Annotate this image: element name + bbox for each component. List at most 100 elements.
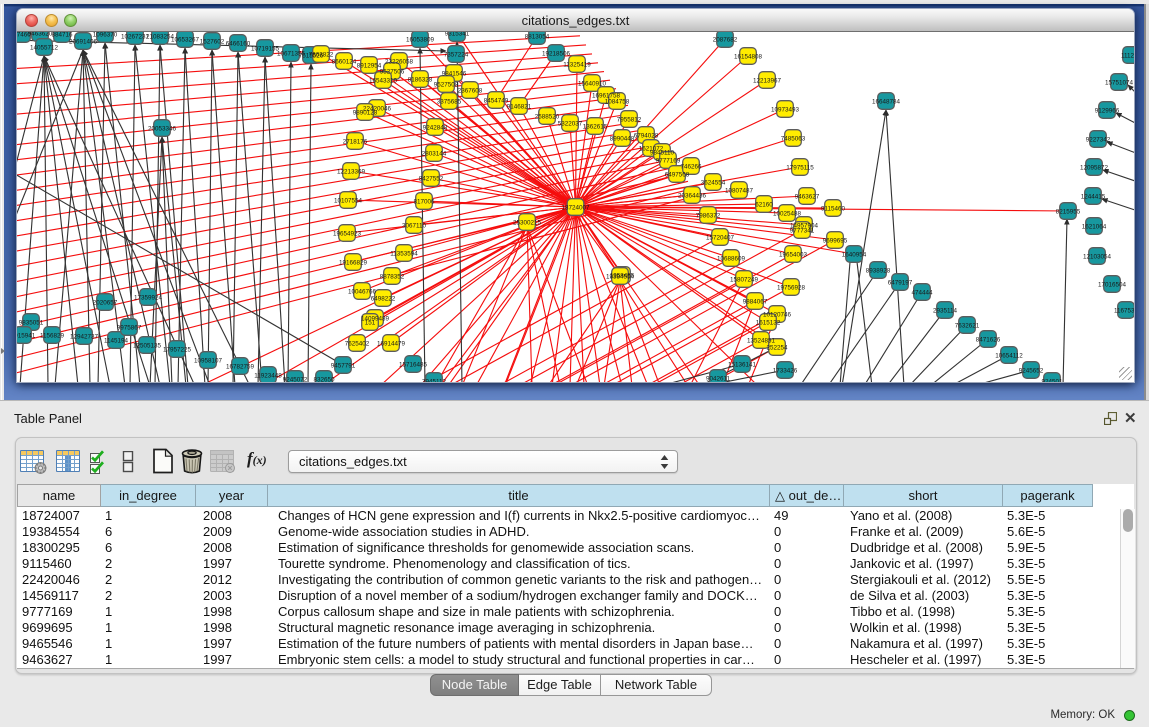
svg-text:1084758: 1084758 bbox=[605, 98, 630, 105]
svg-text:10719155: 10719155 bbox=[251, 45, 280, 52]
svg-text:2020657: 2020657 bbox=[93, 299, 118, 306]
svg-text:9245652: 9245652 bbox=[1019, 367, 1044, 374]
svg-text:20053346: 20053346 bbox=[148, 125, 177, 132]
svg-text:11325419: 11325419 bbox=[563, 61, 591, 68]
svg-text:8454749: 8454749 bbox=[484, 97, 509, 104]
svg-text:9845110: 9845110 bbox=[650, 149, 675, 156]
svg-text:3375685: 3375685 bbox=[437, 98, 462, 105]
svg-text:16543310: 16543310 bbox=[369, 77, 398, 84]
svg-text:3624554: 3624554 bbox=[701, 179, 726, 186]
svg-text:9527506: 9527506 bbox=[380, 68, 405, 75]
svg-text:16782759: 16782759 bbox=[226, 363, 255, 370]
svg-text:6498222: 6498222 bbox=[371, 295, 396, 302]
svg-text:9841546: 9841546 bbox=[442, 70, 467, 77]
svg-text:14055712: 14055712 bbox=[30, 44, 59, 51]
svg-text:8427552: 8427552 bbox=[419, 175, 444, 182]
svg-text:2718176: 2718176 bbox=[343, 138, 368, 145]
svg-text:17016504: 17016504 bbox=[1098, 281, 1127, 288]
svg-text:5322037: 5322037 bbox=[558, 120, 583, 127]
svg-text:9699695: 9699695 bbox=[823, 237, 848, 244]
svg-text:1167533: 1167533 bbox=[1114, 307, 1134, 314]
svg-text:15640910: 15640910 bbox=[578, 80, 607, 87]
svg-text:15807249: 15807249 bbox=[730, 276, 759, 283]
svg-text:10654112: 10654112 bbox=[995, 352, 1023, 359]
svg-text:8471626: 8471626 bbox=[976, 336, 1001, 343]
svg-text:16914479: 16914479 bbox=[377, 340, 406, 347]
svg-text:9527508: 9527508 bbox=[434, 81, 459, 88]
svg-text:474444: 474444 bbox=[911, 289, 933, 296]
svg-text:9457791: 9457791 bbox=[331, 362, 356, 369]
svg-text:8660124: 8660124 bbox=[332, 58, 357, 65]
svg-text:10025488: 10025488 bbox=[773, 210, 802, 217]
svg-text:1527602: 1527602 bbox=[200, 38, 225, 45]
svg-text:7945112: 7945112 bbox=[422, 378, 447, 382]
svg-text:9242848: 9242848 bbox=[423, 124, 448, 131]
svg-text:746266: 746266 bbox=[680, 163, 702, 170]
svg-text:17975115: 17975115 bbox=[786, 164, 814, 171]
svg-text:1615132: 1615132 bbox=[756, 319, 781, 326]
svg-text:15720407: 15720407 bbox=[706, 234, 735, 241]
svg-text:9777341: 9777341 bbox=[790, 227, 815, 234]
svg-text:8813054: 8813054 bbox=[525, 33, 550, 40]
svg-text:20691406: 20691406 bbox=[69, 38, 98, 45]
svg-text:1096370: 1096370 bbox=[93, 32, 118, 38]
svg-text:6479197: 6479197 bbox=[888, 279, 913, 286]
svg-text:15751074: 15751074 bbox=[1105, 79, 1134, 86]
svg-text:7485063: 7485063 bbox=[781, 135, 806, 142]
svg-text:12213369: 12213369 bbox=[337, 168, 366, 175]
svg-text:19756928: 19756928 bbox=[777, 284, 806, 291]
svg-text:25300215: 25300215 bbox=[513, 219, 542, 226]
svg-text:8878352: 8878352 bbox=[380, 273, 405, 280]
svg-text:16053809: 16053809 bbox=[406, 36, 435, 43]
svg-text:15136141: 15136141 bbox=[728, 361, 757, 368]
svg-text:12505135: 12505135 bbox=[133, 342, 162, 349]
svg-text:9146821: 9146821 bbox=[507, 103, 532, 110]
svg-text:7632621: 7632621 bbox=[955, 322, 980, 329]
svg-text:9315341: 9315341 bbox=[445, 32, 470, 37]
svg-text:6497568: 6497568 bbox=[665, 171, 690, 178]
svg-text:10688609: 10688609 bbox=[717, 255, 746, 262]
svg-text:9890128: 9890128 bbox=[353, 109, 378, 116]
svg-text:1244415: 1244415 bbox=[1081, 193, 1106, 200]
svg-text:1145194: 1145194 bbox=[104, 337, 129, 344]
svg-text:8215955: 8215955 bbox=[1056, 208, 1081, 215]
svg-text:2935114: 2935114 bbox=[933, 307, 958, 314]
svg-text:2087682: 2087682 bbox=[713, 36, 738, 43]
svg-text:15716485: 15716485 bbox=[399, 361, 428, 368]
svg-text:19218506: 19218506 bbox=[542, 50, 571, 57]
svg-text:1362615: 1362615 bbox=[583, 123, 608, 130]
svg-text:19654003: 19654003 bbox=[779, 251, 808, 258]
svg-text:832650: 832650 bbox=[313, 376, 335, 382]
svg-text:10046766: 10046766 bbox=[348, 288, 377, 295]
svg-text:9884067: 9884067 bbox=[743, 298, 768, 305]
svg-text:924501: 924501 bbox=[1041, 378, 1063, 382]
svg-text:17359924: 17359924 bbox=[134, 294, 163, 301]
svg-text:10807487: 10807487 bbox=[725, 187, 754, 194]
svg-text:19384554: 19384554 bbox=[606, 273, 635, 280]
svg-text:7625402: 7625402 bbox=[345, 340, 370, 347]
svg-text:10107554: 10107554 bbox=[334, 197, 363, 204]
svg-text:10120746: 10120746 bbox=[763, 311, 792, 318]
svg-text:18724007: 18724007 bbox=[561, 204, 590, 211]
svg-text:9463620: 9463620 bbox=[28, 32, 53, 37]
svg-text:7357224: 7357224 bbox=[444, 51, 469, 58]
svg-text:111254: 111254 bbox=[1121, 52, 1134, 59]
svg-text:9227342: 9227342 bbox=[1086, 136, 1111, 143]
svg-text:16648784: 16648784 bbox=[872, 98, 901, 105]
svg-text:6794028: 6794028 bbox=[634, 132, 659, 139]
svg-text:3067110: 3067110 bbox=[402, 222, 427, 229]
svg-text:62160: 62160 bbox=[755, 201, 773, 208]
svg-text:11353594: 11353594 bbox=[390, 250, 418, 257]
svg-text:12942737: 12942737 bbox=[70, 333, 99, 340]
svg-text:11923448: 11923448 bbox=[254, 372, 282, 379]
svg-text:19166829: 19166829 bbox=[339, 259, 368, 266]
svg-text:8990448: 8990448 bbox=[610, 135, 635, 142]
svg-text:7986372: 7986372 bbox=[696, 212, 721, 219]
svg-text:12103054: 12103054 bbox=[1083, 253, 1112, 260]
svg-text:9129966: 9129966 bbox=[1095, 107, 1120, 114]
svg-text:2803144: 2803144 bbox=[422, 150, 447, 157]
svg-text:9777169: 9777169 bbox=[656, 157, 681, 164]
svg-text:817006: 817006 bbox=[413, 198, 435, 205]
svg-text:7663822: 7663822 bbox=[309, 51, 334, 58]
svg-text:9245072: 9245072 bbox=[283, 376, 308, 382]
